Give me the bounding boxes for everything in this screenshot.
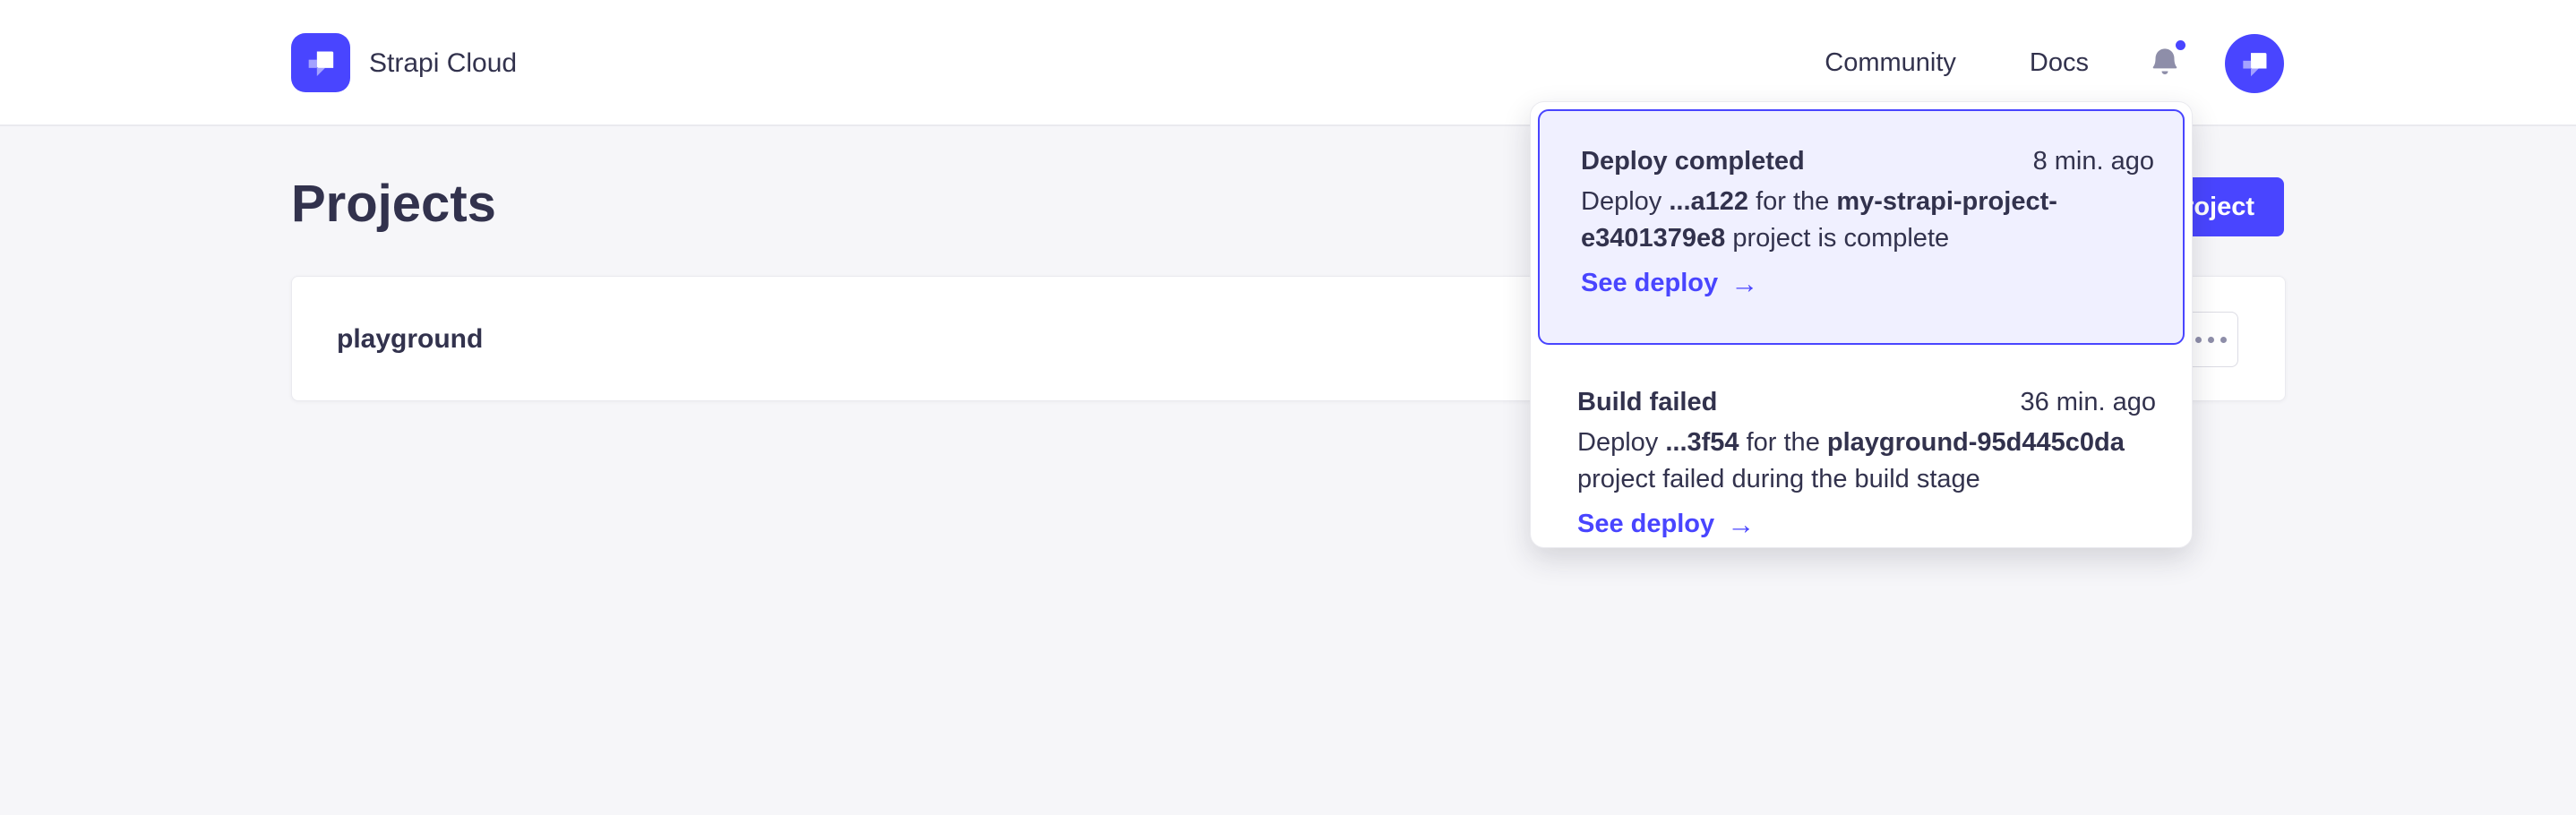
notification-timestamp: 36 min. ago: [2020, 384, 2156, 421]
unread-dot: [2176, 40, 2185, 50]
avatar-strapi-glyph-icon: [2237, 47, 2271, 81]
arrow-right-icon: →: [1727, 506, 1755, 543]
user-avatar[interactable]: [2225, 34, 2284, 93]
notifications-dropdown-panel: Deploy completed 8 min. ago Deploy ...a1…: [1530, 101, 2193, 548]
link-label: See deploy: [1577, 506, 1714, 543]
body-text: for the: [1739, 428, 1827, 457]
brand-title: Strapi Cloud: [369, 0, 517, 126]
see-deploy-link[interactable]: See deploy →: [1577, 506, 1755, 543]
strapi-logo-icon[interactable]: [291, 33, 350, 92]
link-label: See deploy: [1581, 265, 1718, 302]
nav-link-docs[interactable]: Docs: [2030, 48, 2089, 78]
ellipsis-icon: [2220, 337, 2227, 343]
body-text: for the: [1748, 187, 1836, 216]
nav-link-community[interactable]: Community: [1825, 48, 1956, 78]
body-text: Deploy: [1577, 428, 1665, 457]
arrow-right-icon: →: [1730, 265, 1758, 302]
notification-header: Build failed 36 min. ago: [1577, 384, 2156, 421]
body-text: project failed during the build stage: [1577, 465, 1980, 493]
deploy-id: ...3f54: [1665, 428, 1739, 457]
strapi-glyph-icon: [303, 45, 339, 81]
project-id: playground-95d445c0da: [1827, 428, 2125, 457]
notification-timestamp: 8 min. ago: [2033, 143, 2154, 180]
notification-body: Deploy ...a122 for the my-strapi-project…: [1581, 184, 2154, 257]
page-title: Projects: [291, 174, 496, 234]
body-text: Deploy: [1581, 187, 1669, 216]
ellipsis-icon: [2195, 337, 2202, 343]
deploy-id: ...a122: [1669, 187, 1748, 216]
notification-build-failed[interactable]: Build failed 36 min. ago Deploy ...3f54 …: [1531, 352, 2192, 543]
see-deploy-link[interactable]: See deploy →: [1581, 265, 1758, 302]
notification-deploy-completed[interactable]: Deploy completed 8 min. ago Deploy ...a1…: [1538, 109, 2185, 345]
notification-header: Deploy completed 8 min. ago: [1581, 143, 2154, 180]
ellipsis-icon: [2208, 337, 2214, 343]
body-text: project is complete: [1725, 224, 1949, 253]
project-name: playground: [337, 277, 483, 402]
notification-title: Deploy completed: [1581, 143, 1805, 180]
bell-icon: [2148, 44, 2182, 83]
notification-body: Deploy ...3f54 for the playground-95d445…: [1577, 425, 2156, 498]
notification-title: Build failed: [1577, 384, 1717, 421]
notifications-bell-button[interactable]: [2148, 44, 2182, 83]
